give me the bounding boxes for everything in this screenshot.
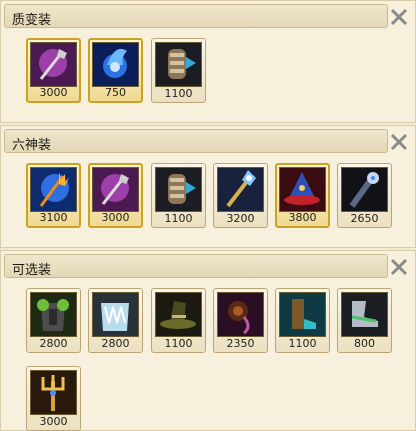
item-price: 800	[354, 337, 375, 350]
item-price: 1100	[288, 337, 317, 350]
item-slot[interactable]: 1100	[275, 288, 330, 353]
flame-trident-staff-icon	[30, 167, 77, 212]
item-slot[interactable]: 3000	[26, 38, 81, 103]
section-transform-items: 质变装 3000 750 1100	[0, 0, 416, 123]
item-slot[interactable]: 750	[88, 38, 143, 103]
purple-spiked-mace-icon	[30, 42, 77, 87]
item-price: 3000	[101, 211, 130, 224]
item-price: 3100	[39, 211, 68, 224]
iron-gauntlet-icon	[155, 42, 202, 87]
item-slot[interactable]: 1100	[151, 38, 206, 103]
section-six-core-items: 六神装 3100 3000 1100 3200 3800 2650	[0, 125, 416, 248]
golden-trident-icon	[30, 370, 77, 415]
item-price: 750	[105, 86, 126, 99]
item-price: 1100	[164, 87, 193, 100]
red-wizard-hat-icon	[279, 167, 326, 212]
close-icon[interactable]	[389, 132, 409, 152]
section-title: 可选装	[12, 263, 52, 278]
item-slot[interactable]: 1100	[151, 163, 206, 228]
frost-plate-armor-icon	[92, 292, 139, 337]
item-price: 3000	[39, 415, 68, 428]
item-slot[interactable]: 2350	[213, 288, 268, 353]
item-slot[interactable]: 2800	[88, 288, 143, 353]
item-slot[interactable]: 800	[337, 288, 392, 353]
crystal-scepter-icon	[217, 167, 264, 212]
section-header: 可选装	[4, 254, 388, 278]
purple-spiked-mace-icon	[92, 167, 139, 212]
section-optional-items: 可选装 2800 2800 1100 2350 1100 800 3000	[0, 250, 416, 431]
blue-flame-orb-icon	[92, 42, 139, 87]
item-price: 2650	[350, 212, 379, 225]
item-slot[interactable]: 3000	[88, 163, 143, 228]
section-title: 质变装	[12, 13, 52, 28]
item-slot[interactable]: 3800	[275, 163, 330, 228]
dark-witch-hat-icon	[155, 292, 202, 337]
item-price: 3200	[226, 212, 255, 225]
green-spiked-armor-icon	[30, 292, 77, 337]
teal-boots-icon	[279, 292, 326, 337]
silver-boots-icon	[341, 292, 388, 337]
dark-gem-staff-icon	[341, 167, 388, 212]
item-price: 1100	[164, 337, 193, 350]
section-header: 质变装	[4, 4, 388, 28]
item-slot[interactable]: 1100	[151, 288, 206, 353]
item-price: 2350	[226, 337, 255, 350]
close-icon[interactable]	[389, 7, 409, 27]
section-title: 六神装	[12, 138, 52, 153]
item-slot[interactable]: 3000	[26, 366, 81, 431]
item-slot[interactable]: 3100	[26, 163, 81, 228]
dark-orb-amulet-icon	[217, 292, 264, 337]
item-price: 1100	[164, 212, 193, 225]
item-price: 2800	[39, 337, 68, 350]
close-icon[interactable]	[389, 257, 409, 277]
item-slot[interactable]: 2800	[26, 288, 81, 353]
section-header: 六神装	[4, 129, 388, 153]
iron-gauntlet-icon	[155, 167, 202, 212]
item-slot[interactable]: 3200	[213, 163, 268, 228]
item-slot[interactable]: 2650	[337, 163, 392, 228]
item-price: 3800	[288, 211, 317, 224]
item-price: 2800	[101, 337, 130, 350]
item-price: 3000	[39, 86, 68, 99]
